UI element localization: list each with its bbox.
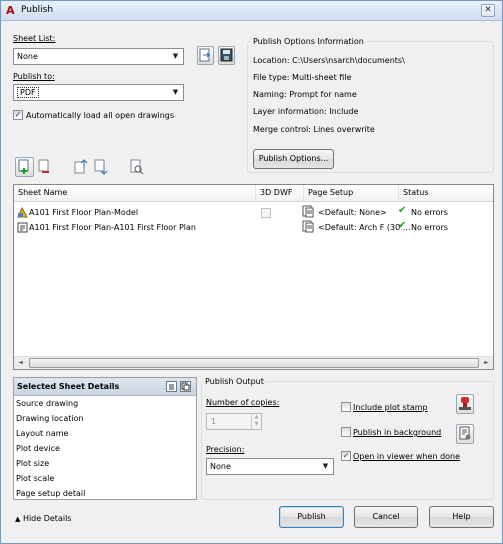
naming-text: Naming: Prompt for name — [253, 90, 357, 99]
page-setup-value: <Default: None> — [318, 208, 387, 217]
details-view-icon[interactable] — [166, 381, 177, 392]
hide-details-label: Hide Details — [22, 514, 72, 523]
chevron-down-icon: ▼ — [322, 462, 329, 470]
hide-details-link[interactable]: ▲ Hide Details — [15, 514, 71, 523]
plot-stamp-settings-button[interactable] — [456, 394, 474, 414]
precision-select[interactable]: None ▼ — [206, 458, 334, 475]
detail-plot-scale: Plot scale — [16, 474, 55, 483]
move-sheet-up-button[interactable] — [71, 157, 90, 177]
scroll-right-icon[interactable]: ► — [481, 358, 492, 368]
publish-to-value: PDF — [17, 87, 39, 98]
horizontal-scrollbar[interactable]: ◄ ► — [14, 356, 493, 369]
add-sheets-icon — [18, 159, 29, 174]
location-text: Location: C:\Users\nsarch\documents\ — [253, 56, 405, 65]
page-setup-icon — [302, 205, 314, 221]
publish-background-checkbox[interactable] — [341, 427, 351, 437]
chevron-down-icon: ▼ — [172, 88, 179, 96]
background-settings-button[interactable] — [456, 424, 474, 444]
load-sheet-list-icon — [199, 48, 211, 62]
publish-background-label: Publish in background — [353, 428, 442, 437]
sheet-name: A101 First Floor Plan-A101 First Floor P… — [29, 223, 196, 232]
file-type-text: File type: Multi-sheet file — [253, 73, 352, 82]
sheet-list-label: Sheet List: — [13, 34, 56, 43]
auto-load-label: Automatically load all open drawings — [26, 111, 175, 120]
add-sheets-button[interactable] — [15, 157, 34, 177]
open-in-viewer-checkbox[interactable]: ✓ — [341, 451, 351, 461]
close-button[interactable]: ✕ — [481, 4, 495, 17]
column-header-status[interactable]: Status — [399, 185, 493, 202]
remove-sheets-button[interactable] — [35, 157, 54, 177]
copies-value: 1 — [211, 417, 217, 426]
auto-load-checkbox[interactable]: ✓ — [13, 110, 23, 120]
sheet-name: A101 First Floor Plan-Model — [29, 208, 139, 217]
column-header-page-setup[interactable]: Page Setup — [304, 185, 399, 202]
table-row[interactable]: A101 First Floor Plan-A101 First Floor P… — [14, 220, 493, 234]
detail-plot-size: Plot size — [16, 459, 50, 468]
status-value: No errors — [411, 223, 448, 232]
detail-layout-name: Layout name — [16, 429, 69, 438]
title-bar: A Publish ✕ — [1, 1, 502, 21]
remove-sheets-icon — [38, 159, 49, 173]
publish-dialog: A Publish ✕ Sheet List: None ▼ Publish t… — [0, 0, 503, 544]
layer-info-text: Layer information: Include — [253, 107, 359, 116]
stepper-arrows-icon: ▲ ▼ — [251, 414, 261, 429]
document-settings-icon — [459, 426, 471, 440]
page-setup-icon — [302, 220, 314, 236]
column-header-sheet-name[interactable]: Sheet Name — [14, 185, 256, 202]
save-icon — [220, 48, 233, 62]
move-down-icon — [94, 159, 108, 175]
model-sheet-icon — [17, 206, 28, 221]
cancel-button[interactable]: Cancel — [354, 506, 418, 528]
move-up-icon — [74, 159, 88, 174]
publish-options-title: Publish Options Information — [251, 37, 366, 46]
details-header: Selected Sheet Details — [14, 378, 196, 396]
publish-to-label: Publish to: — [13, 72, 55, 81]
autocad-app-icon: A — [6, 4, 15, 17]
page-setup-value: <Default: Arch F (30 ... — [318, 223, 411, 232]
chevron-down-icon: ▼ — [172, 52, 179, 60]
detail-page-setup-detail: Page setup detail — [16, 489, 86, 498]
precision-label: Precision: — [206, 445, 245, 454]
window-title: Publish — [21, 5, 54, 15]
move-sheet-down-button[interactable] — [91, 157, 110, 177]
publish-options-button[interactable]: Publish Options... — [253, 149, 334, 169]
details-copy-icon[interactable] — [180, 381, 191, 392]
copies-stepper[interactable]: 1 ▲ ▼ — [206, 413, 262, 430]
detail-drawing-location: Drawing location — [16, 414, 84, 423]
status-value: No errors — [411, 208, 448, 217]
detail-source-drawing: Source drawing — [16, 399, 79, 408]
scroll-left-icon[interactable]: ◄ — [15, 358, 26, 368]
save-sheet-list-button[interactable] — [218, 46, 235, 65]
detail-plot-device: Plot device — [16, 444, 60, 453]
details-title: Selected Sheet Details — [17, 382, 120, 391]
table-row[interactable]: A101 First Floor Plan-Model <Default: No… — [14, 205, 493, 219]
sheet-list-value: None — [17, 52, 38, 61]
scrollbar-thumb[interactable] — [29, 358, 479, 368]
publish-to-select[interactable]: PDF ▼ — [13, 84, 184, 101]
include-plot-stamp-label: Include plot stamp — [353, 403, 428, 412]
stamp-icon — [459, 397, 471, 410]
publish-output-title: Publish Output — [203, 377, 266, 386]
merge-control-text: Merge control: Lines overwrite — [253, 125, 375, 134]
copies-label: Number of copies: — [206, 398, 280, 407]
precision-value: None — [210, 462, 231, 471]
preview-icon — [130, 159, 144, 175]
layout-sheet-icon — [17, 222, 28, 236]
help-button[interactable]: Help — [429, 506, 494, 528]
collapse-arrow-icon: ▲ — [15, 515, 21, 523]
check-icon: ✔ — [398, 205, 407, 216]
sheet-list-select[interactable]: None ▼ — [13, 48, 184, 65]
open-in-viewer-label: Open in viewer when done — [353, 452, 461, 461]
3d-dwf-checkbox[interactable] — [261, 208, 271, 218]
selected-sheet-details-panel: Selected Sheet Details Source drawing Dr… — [13, 377, 197, 500]
include-plot-stamp-checkbox[interactable] — [341, 402, 351, 412]
preview-button[interactable] — [127, 157, 146, 177]
publish-button[interactable]: Publish — [279, 506, 344, 528]
column-header-3d-dwf[interactable]: 3D DWF — [256, 185, 304, 202]
sheet-table: Sheet Name 3D DWF Page Setup Status A101… — [13, 184, 494, 370]
load-sheet-list-button[interactable] — [197, 46, 214, 65]
check-icon: ✔ — [398, 220, 407, 231]
